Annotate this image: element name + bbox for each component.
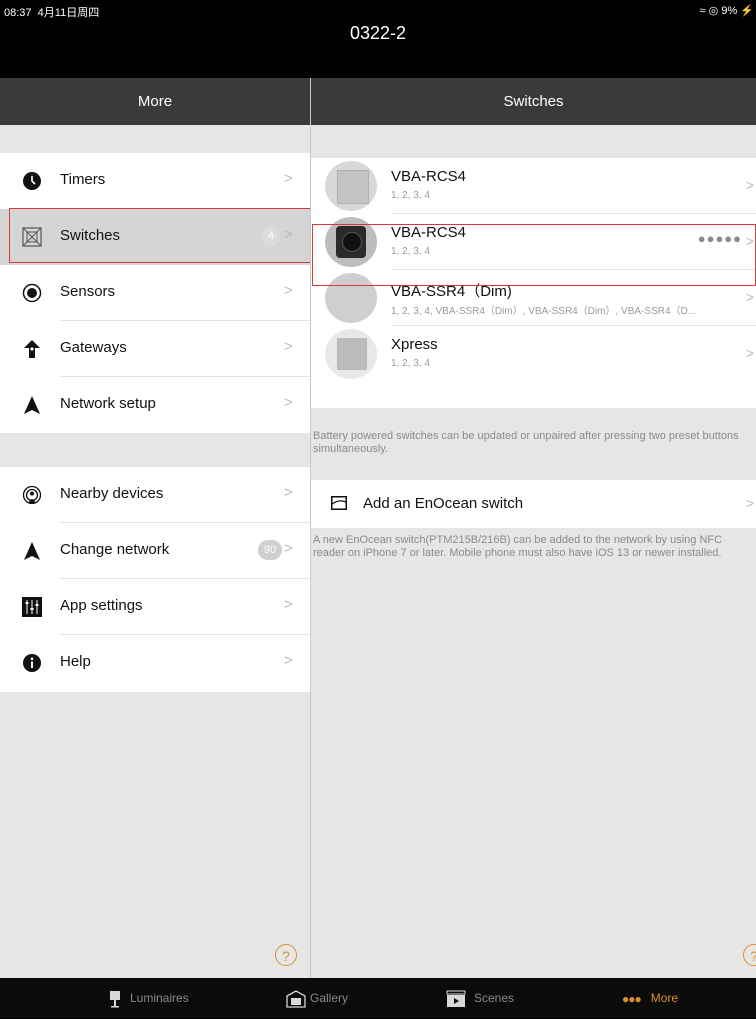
switch-item[interactable]: Xpress 1, 2, 3, 4 >: [311, 326, 756, 382]
chevron-right-icon: >: [284, 170, 293, 187]
switch-name: VBA-RCS4: [391, 168, 467, 185]
tab-luminaires[interactable]: Luminaires: [108, 978, 189, 1018]
battery-charging-icon: ⚡: [740, 5, 754, 17]
chevron-right-icon: >: [284, 596, 293, 613]
status-indicators: ≈ ◎ 9% ⚡: [700, 4, 754, 17]
tab-bar: Luminaires Gallery Scenes ●●● More: [0, 978, 756, 1018]
enocean-icon: [331, 496, 347, 510]
menu-item-label: Sensors: [60, 283, 116, 300]
change-network-badge: 90: [258, 540, 282, 560]
tab-gallery[interactable]: Gallery: [286, 978, 348, 1018]
add-switch-label: Add an EnOcean switch: [363, 495, 524, 512]
settings-icon: [22, 597, 42, 617]
add-switch-note: A new EnOcean switch(PTM215B/216B) can b…: [313, 534, 723, 559]
app-title-bar: 0322-2: [0, 22, 756, 78]
menu-item-label: Timers: [60, 171, 106, 188]
app-title: 0322-2: [349, 23, 407, 43]
scenes-icon: [446, 990, 466, 1007]
switch-buttons: 1, 2, 3, 4: [391, 358, 430, 369]
menu-item-app-settings[interactable]: App settings >: [0, 579, 310, 635]
network-icon: [24, 396, 40, 414]
gateway-icon: [24, 340, 40, 358]
clock-icon: [23, 172, 41, 190]
tab-label: More: [650, 991, 679, 1005]
wifi-icon: ≈: [699, 5, 706, 17]
chevron-right-icon: >: [284, 484, 293, 501]
chevron-right-icon: >: [745, 289, 754, 305]
menu-item-label: Help: [60, 653, 91, 670]
nearby-icon: [22, 485, 42, 505]
help-button[interactable]: ?: [275, 944, 297, 966]
tab-more[interactable]: ●●● More: [622, 978, 678, 1018]
menu-item-gateways[interactable]: Gateways >: [0, 321, 310, 377]
lamp-icon: [110, 990, 120, 1008]
chevron-right-icon: >: [745, 345, 754, 361]
switch-selection-highlight: [312, 224, 756, 286]
tab-label: Scenes: [474, 991, 515, 1005]
switch-buttons: 1, 2, 3, 4: [391, 190, 430, 201]
more-menu-group-2: Nearby devices > Change network 90 > App…: [0, 467, 310, 692]
chevron-right-icon: >: [745, 177, 754, 193]
menu-item-timers[interactable]: Timers >: [0, 153, 310, 209]
menu-item-help[interactable]: Help >: [0, 635, 310, 691]
chevron-right-icon: >: [284, 338, 293, 355]
switches-panel: Switches VBA-RCS4 1, 2, 3, 4 > VBA-RCS4 …: [311, 78, 756, 978]
info-icon: [23, 654, 41, 672]
more-panel-title: More: [0, 78, 310, 125]
status-bar: 08:37 4月11日周四 ≈ ◎ 9% ⚡: [0, 0, 756, 22]
menu-item-change-network[interactable]: Change network 90 >: [0, 523, 310, 579]
more-dots-icon: ●●●: [622, 991, 642, 1006]
tab-label: Gallery: [310, 991, 349, 1005]
battery-note: Battery powered switches can be updated …: [313, 430, 739, 455]
menu-item-nearby-devices[interactable]: Nearby devices >: [0, 467, 310, 523]
status-time-date: 08:37 4月11日周四: [4, 7, 100, 19]
menu-item-label: Network setup: [60, 395, 156, 412]
gallery-icon: [286, 990, 306, 1008]
location-icon: ◎: [708, 5, 719, 17]
battery-percent: 9%: [721, 5, 738, 17]
menu-item-label: Gateways: [60, 339, 127, 356]
chevron-right-icon: >: [745, 495, 754, 511]
menu-item-label: App settings: [60, 597, 143, 614]
menu-item-label: Nearby devices: [60, 485, 164, 502]
switch-name: Xpress: [391, 336, 438, 353]
chevron-right-icon: >: [284, 540, 293, 557]
sensor-icon: [22, 283, 42, 303]
menu-item-sensors[interactable]: Sensors >: [0, 265, 310, 321]
switch-thumbnail: [325, 161, 377, 211]
more-menu-group-1: Timers > Switches 4 > Sensors > Gateways…: [0, 153, 310, 433]
change-network-icon: [24, 542, 40, 560]
chevron-right-icon: >: [284, 282, 293, 299]
chevron-right-icon: >: [284, 394, 293, 411]
menu-item-network-setup[interactable]: Network setup >: [0, 377, 310, 433]
add-enocean-switch-row[interactable]: Add an EnOcean switch >: [311, 480, 756, 528]
tab-scenes[interactable]: Scenes: [446, 978, 514, 1018]
chevron-right-icon: >: [284, 652, 293, 669]
menu-item-label: Change network: [60, 541, 170, 558]
switch-item[interactable]: VBA-RCS4 1, 2, 3, 4 >: [311, 158, 756, 214]
switch-buttons: 1, 2, 3, 4, VBA-SSR4（Dim）, VBA-SSR4（Dim）…: [391, 306, 697, 317]
tab-label: Luminaires: [130, 991, 189, 1005]
switch-thumbnail: [325, 329, 377, 379]
help-button[interactable]: ?: [743, 944, 756, 966]
switches-panel-title: Switches: [311, 78, 756, 125]
selection-highlight: [9, 208, 311, 263]
